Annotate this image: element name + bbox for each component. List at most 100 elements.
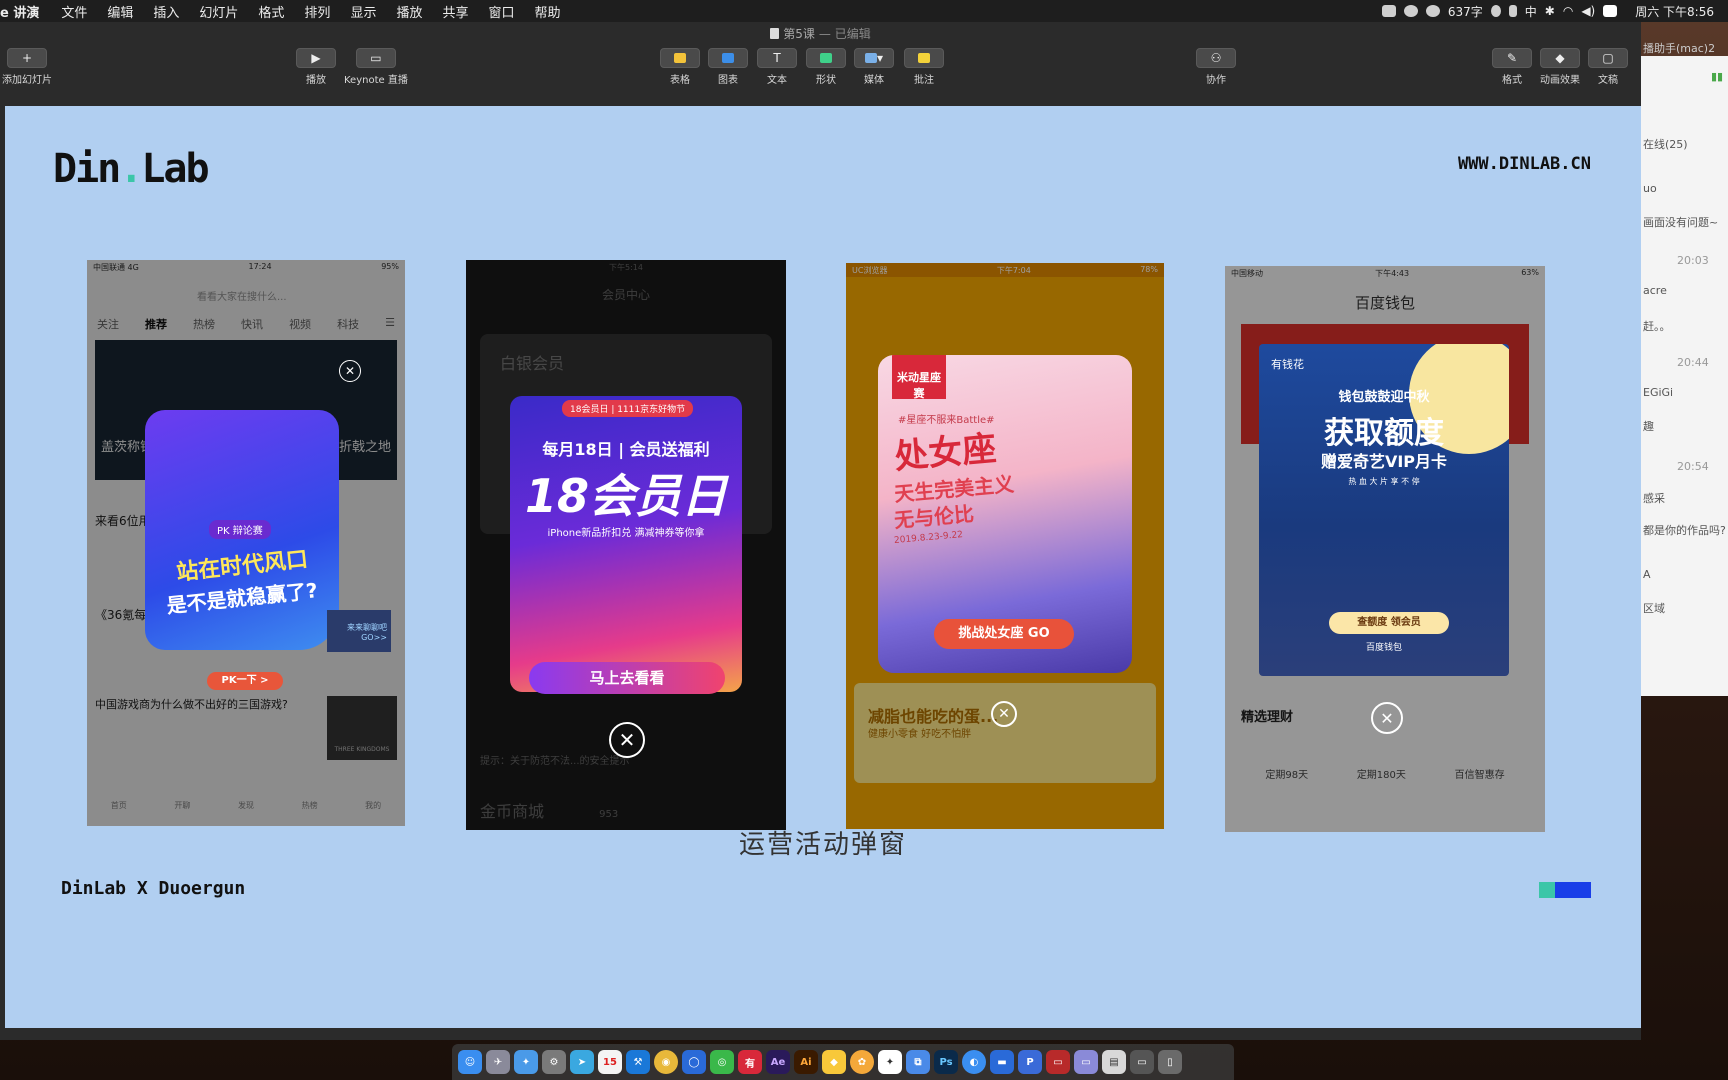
table-button[interactable]: 表格 [660, 48, 700, 86]
microphone-icon[interactable] [1508, 5, 1517, 17]
telegram-icon[interactable]: ➤ [570, 1050, 594, 1074]
word-count[interactable]: 637字 [1448, 3, 1483, 20]
shape-button[interactable]: 形状 [806, 48, 846, 86]
trash-icon[interactable]: ▯ [1158, 1050, 1182, 1074]
format-button[interactable]: ✎ 格式 [1492, 48, 1532, 86]
collaborate-button[interactable]: ⚇ 协作 [1196, 48, 1236, 86]
phone1-close-icon[interactable]: ✕ [339, 360, 361, 382]
text-icon: T [757, 48, 797, 68]
signal-icon: ▮▮ [1711, 70, 1724, 83]
s-app-icon[interactable] [1603, 5, 1618, 17]
terminal-icon[interactable]: ▭ [1130, 1050, 1154, 1074]
chat-message: uo [1643, 182, 1657, 195]
keynote-live-label: Keynote 直播 [344, 75, 408, 86]
keynote-live-button[interactable]: ▭ Keynote 直播 [344, 48, 408, 86]
document-stack-icon[interactable]: ▤ [1102, 1050, 1126, 1074]
input-method[interactable]: 中 [1525, 3, 1537, 20]
after-effects-icon[interactable]: Ae [766, 1050, 790, 1074]
table-label: 表格 [670, 75, 690, 86]
phone-screenshot-1: 中国联通 4G 17:24 95% 看看大家在搜什么... 关注 推荐 热榜 快… [87, 260, 405, 826]
sketch-icon[interactable]: ◆ [822, 1050, 846, 1074]
play-icon: ▶ [296, 48, 336, 68]
phone4-brand: 有钱花 [1271, 358, 1304, 371]
stack-icon[interactable]: ▭ [1046, 1050, 1070, 1074]
menu-view[interactable]: 显示 [340, 2, 386, 21]
menu-edit[interactable]: 编辑 [97, 2, 143, 21]
keynote-window: 第5课 — 已编辑 + 添加幻灯片 ▶ 播放 ▭ Keynote 直播 表格 图… [0, 22, 1641, 1040]
slide-caption: 运营活动弹窗 [738, 830, 907, 860]
qq-icon[interactable]: ◯ [682, 1050, 706, 1074]
broadcast-icon: ▭ [355, 48, 396, 68]
preview-icon[interactable]: ⧉ [906, 1050, 930, 1074]
animate-button[interactable]: ◆ 动画效果 [1540, 48, 1580, 86]
folder-icon[interactable]: ▭ [1074, 1050, 1098, 1074]
volume-icon[interactable]: ◀) [1581, 4, 1595, 18]
phone2-tag: 18会员日 | 1111京东好物节 [562, 400, 694, 417]
photos-icon[interactable]: ✿ [850, 1050, 874, 1074]
menu-share[interactable]: 共享 [432, 2, 478, 21]
launchpad-icon[interactable]: ✈ [486, 1050, 510, 1074]
chrome-icon[interactable]: ◉ [654, 1050, 678, 1074]
menu-format[interactable]: 格式 [248, 2, 294, 21]
phone4-close-icon[interactable]: ✕ [1371, 702, 1403, 734]
chat-message: 区域 [1643, 602, 1665, 615]
settings-icon[interactable]: ⚙ [542, 1050, 566, 1074]
phone1-cta-button[interactable]: PK一下 > [207, 672, 283, 690]
record-icon[interactable] [1490, 5, 1501, 17]
comment-button[interactable]: 批注 [904, 48, 944, 86]
chat-online-count[interactable]: 在线(25) [1643, 136, 1688, 152]
photoshop-icon[interactable]: Ps [934, 1050, 958, 1074]
menu-file[interactable]: 文件 [51, 2, 97, 21]
menu-help[interactable]: 帮助 [525, 2, 571, 21]
phone4-cta-button[interactable]: 查额度 领会员 [1329, 612, 1449, 634]
document-button[interactable]: ▢ 文稿 [1588, 48, 1628, 86]
phone2-cta-button[interactable]: 马上去看看 [529, 662, 725, 694]
menu-app-name[interactable]: e 讲演 [0, 2, 51, 21]
calendar-icon[interactable]: 15 [598, 1050, 622, 1074]
wechat-icon[interactable]: ◎ [710, 1050, 734, 1074]
media-button[interactable]: ▾ 媒体 [854, 48, 894, 86]
slide-footer: DinLab X Duoergun [61, 878, 246, 899]
sync-icon[interactable] [1425, 5, 1440, 17]
website-label: WWW.DINLAB.CN [1457, 154, 1591, 174]
chart-button[interactable]: 图表 [708, 48, 748, 86]
finder-icon[interactable]: ☺ [458, 1050, 482, 1074]
phone2-close-icon[interactable]: ✕ [609, 722, 645, 758]
phone1-badge: PK 辩论赛 [209, 520, 271, 539]
menu-insert[interactable]: 插入 [143, 2, 189, 21]
menu-play[interactable]: 播放 [386, 2, 432, 21]
phone3-close-icon[interactable]: ✕ [991, 701, 1017, 727]
chat-message: 感采 [1643, 492, 1665, 505]
diamond-icon: ◆ [1540, 48, 1580, 68]
illustrator-icon[interactable]: Ai [794, 1050, 818, 1074]
clock[interactable]: 周六 下午8:56 [1635, 3, 1714, 20]
wifi-icon[interactable]: ◠ [1563, 4, 1573, 18]
phone1-popup[interactable]: PK 辩论赛 站在时代风口 是不是就稳赢了? [145, 410, 339, 650]
phone3-cta-button[interactable]: 挑战处女座 GO [934, 619, 1074, 649]
steam-icon[interactable] [1403, 5, 1418, 17]
media-label: 媒体 [864, 75, 884, 86]
p-app-icon[interactable]: P [1018, 1050, 1042, 1074]
phone4-line1: 钱包鼓鼓迎中秋 [1338, 390, 1430, 405]
slide-canvas[interactable]: Din.Lab WWW.DINLAB.CN 中国联通 4G 17:24 95% … [5, 106, 1641, 1028]
accent-swatch-green [1539, 882, 1555, 898]
menu-arrange[interactable]: 排列 [294, 2, 340, 21]
text-button[interactable]: T 文本 [757, 48, 797, 86]
baidu-icon[interactable]: ✦ [878, 1050, 902, 1074]
add-slide-button[interactable]: + 添加幻灯片 [2, 48, 52, 86]
xcode-icon[interactable]: ⚒ [626, 1050, 650, 1074]
phone3-tag: 米动星座赛 [892, 355, 946, 400]
youdao-icon[interactable]: 有 [738, 1050, 762, 1074]
safari-icon[interactable]: ✦ [514, 1050, 538, 1074]
menu-window[interactable]: 窗口 [478, 2, 524, 21]
document-label: 文稿 [1598, 75, 1618, 86]
phone-screenshot-3: UC浏览器 下午7:04 78% 减脂也能吃的蛋... 健康小零食 好吃不怕胖 … [846, 263, 1164, 829]
chat-message: EGiGi [1643, 386, 1674, 399]
play-button[interactable]: ▶ 播放 [296, 48, 336, 86]
keynote-icon[interactable]: ▬ [990, 1050, 1014, 1074]
bluetooth-icon[interactable]: ✱ [1545, 4, 1555, 18]
menu-slide[interactable]: 幻灯片 [189, 2, 248, 21]
screen-icon[interactable] [1381, 5, 1396, 17]
phone2-popup[interactable]: 18会员日 | 1111京东好物节 每月18日 | 会员送福利 18会员日 iP… [510, 396, 742, 692]
browser-icon[interactable]: ◐ [962, 1050, 986, 1074]
